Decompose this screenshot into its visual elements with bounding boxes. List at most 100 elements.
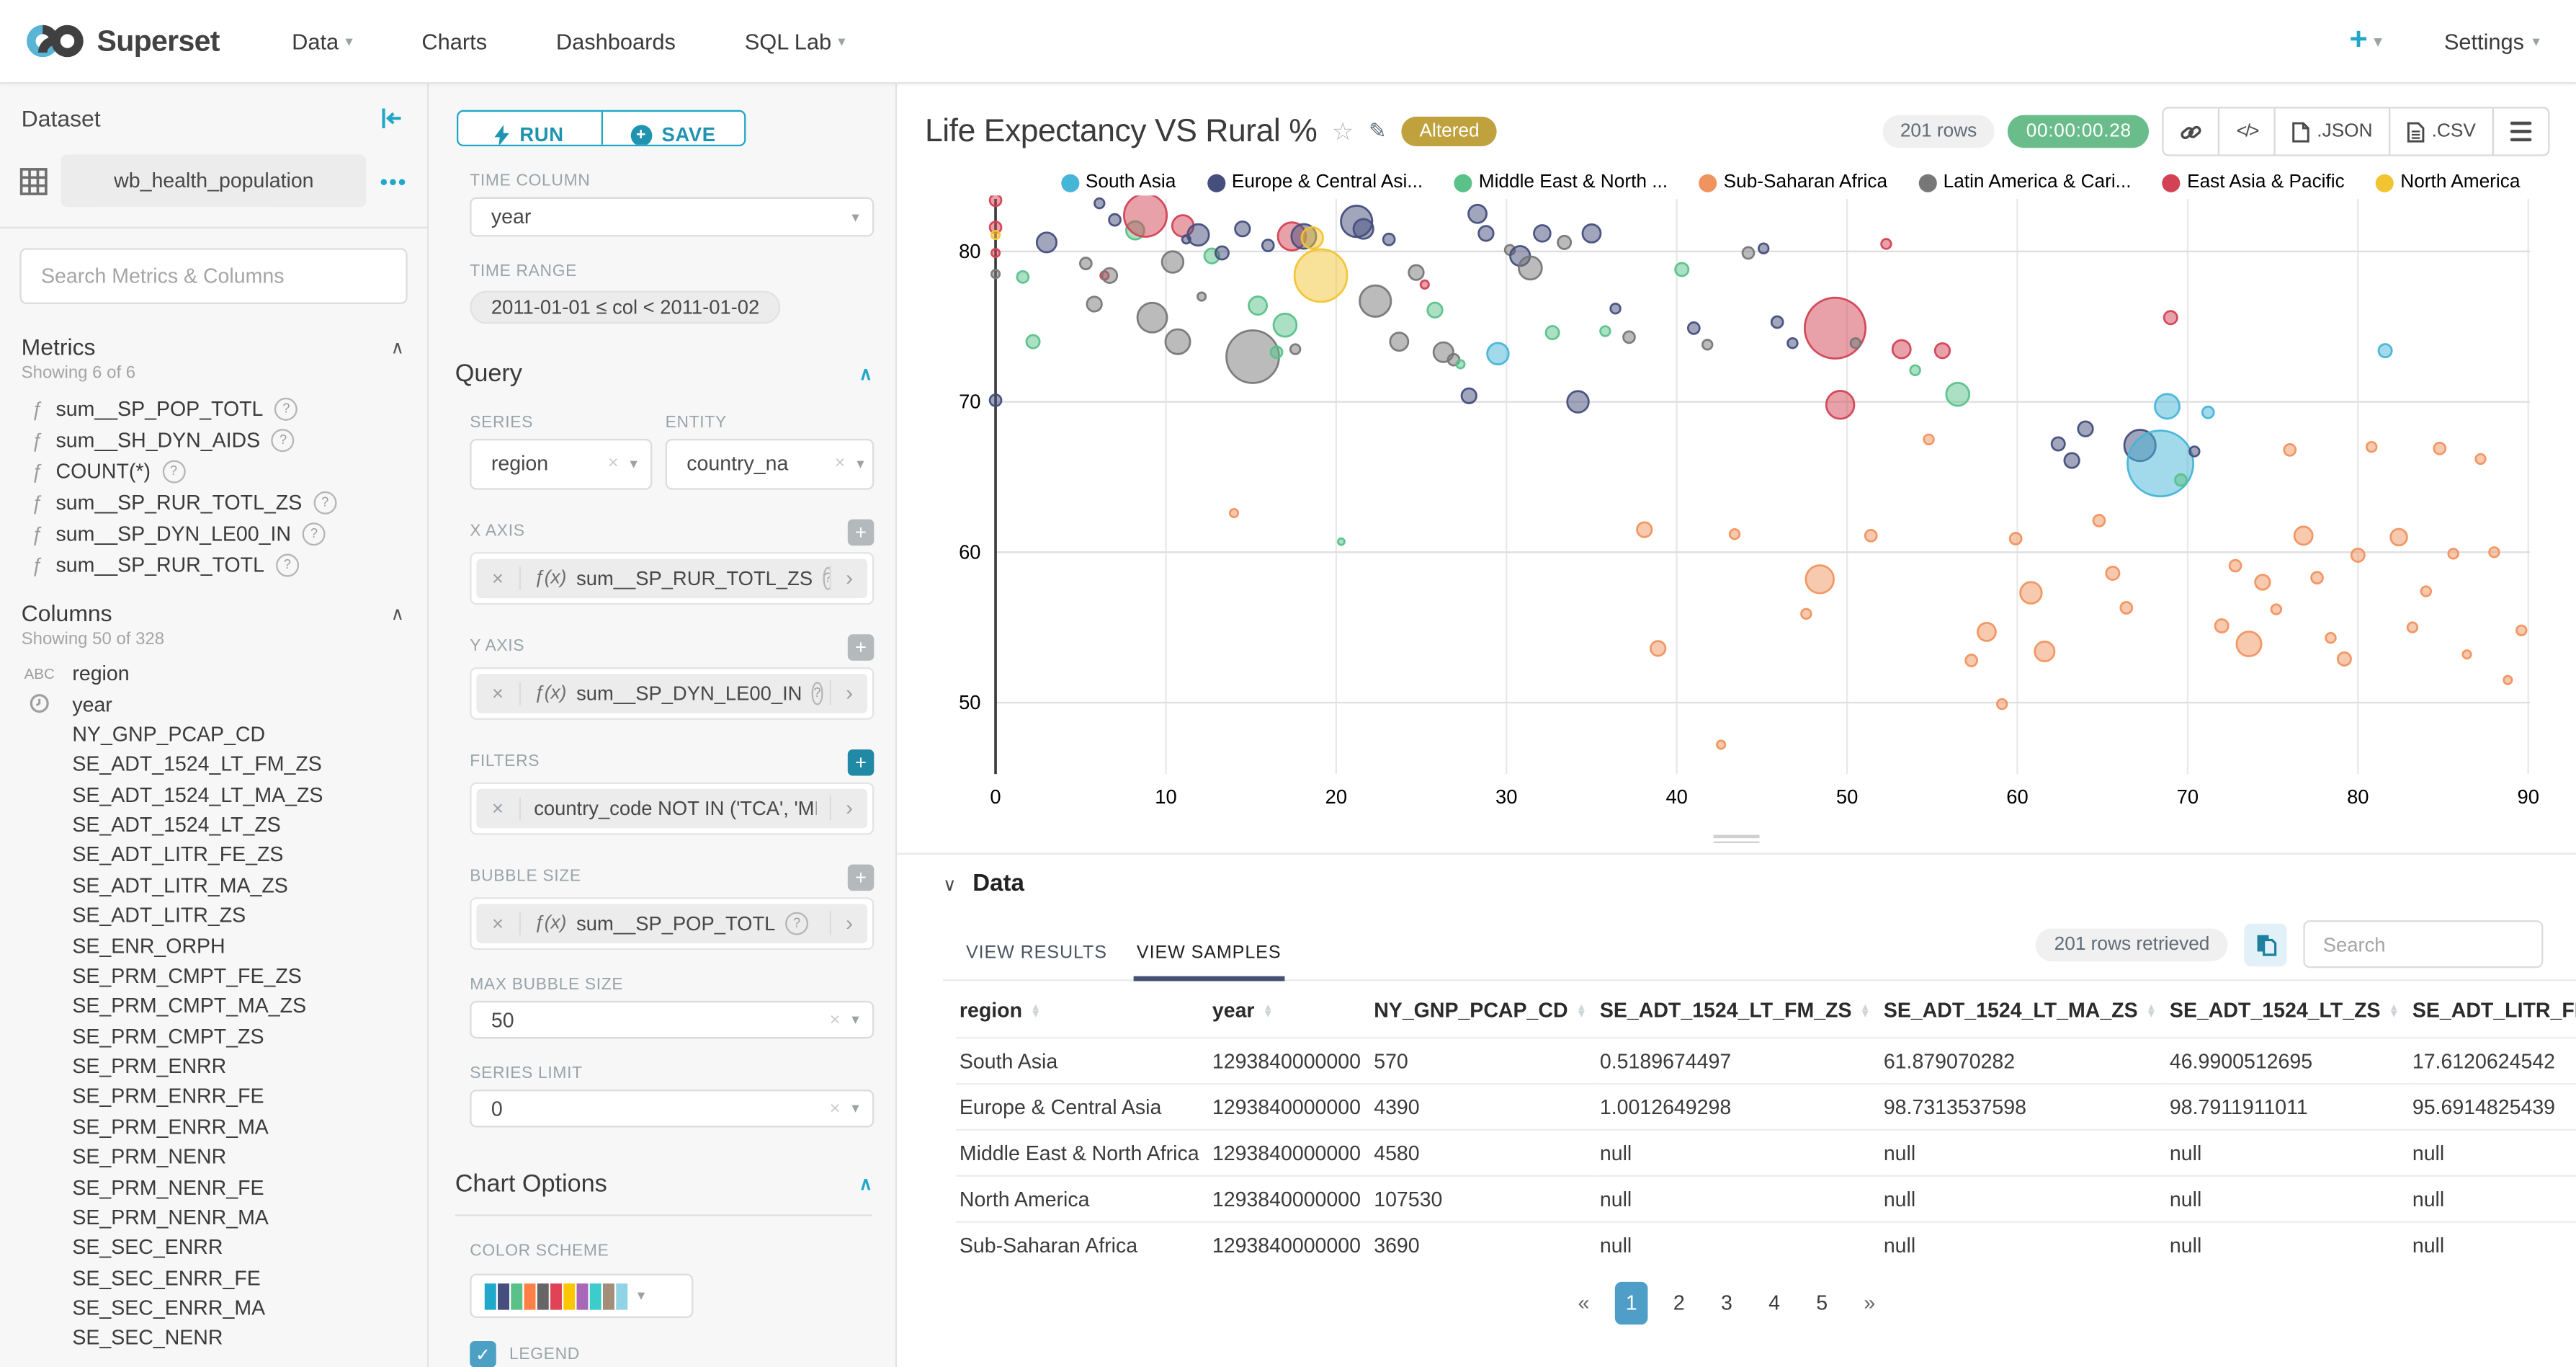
bubble[interactable] xyxy=(1124,195,1166,236)
bubble[interactable] xyxy=(1935,343,1950,358)
bubble[interactable] xyxy=(2127,431,2193,497)
bubble[interactable] xyxy=(1924,435,1934,445)
column-item[interactable]: SE_PRM_CMPT_FE_ZS xyxy=(0,961,427,992)
bubble[interactable] xyxy=(1623,331,1634,343)
add-y-axis-button[interactable]: + xyxy=(848,634,874,660)
remove-icon[interactable]: × xyxy=(476,797,521,820)
bubble[interactable] xyxy=(2351,548,2364,561)
bubble[interactable] xyxy=(2255,575,2271,590)
bubble[interactable] xyxy=(1851,338,1861,348)
bubble[interactable] xyxy=(1166,329,1190,354)
bubble[interactable] xyxy=(2155,394,2179,419)
bubble[interactable] xyxy=(1469,205,1487,223)
bubble[interactable] xyxy=(1611,303,1621,313)
bubble[interactable] xyxy=(2202,406,2214,418)
column-item[interactable]: SE_ADT_1524_LT_FM_ZS xyxy=(0,749,427,780)
bubble[interactable] xyxy=(1338,538,1344,545)
bubble[interactable] xyxy=(2434,442,2446,454)
bubble[interactable] xyxy=(1271,347,1282,358)
legend-item[interactable]: Sub-Saharan Africa xyxy=(1699,172,1887,192)
bubble[interactable] xyxy=(991,231,999,239)
bubble[interactable] xyxy=(1383,233,1395,245)
clear-icon[interactable]: × xyxy=(608,455,619,474)
bubble[interactable] xyxy=(990,195,1001,206)
bubble[interactable] xyxy=(1102,268,1117,283)
bubble[interactable] xyxy=(1702,339,1712,349)
bubble[interactable] xyxy=(2093,515,2105,526)
bubble[interactable] xyxy=(1892,340,1910,358)
column-item[interactable]: SE_ENR_ORPH xyxy=(0,931,427,961)
nav-item-charts[interactable]: Charts xyxy=(421,29,487,53)
bubble[interactable] xyxy=(2312,572,2323,584)
nav-item-dashboards[interactable]: Dashboards xyxy=(556,29,676,53)
bubble[interactable] xyxy=(1826,391,1854,419)
column-item[interactable]: SE_PRM_NENR_MA xyxy=(0,1203,427,1233)
bubble[interactable] xyxy=(1806,565,1834,593)
bubble[interactable] xyxy=(990,395,1001,406)
bubble[interactable] xyxy=(1428,303,1443,318)
bubble[interactable] xyxy=(1302,227,1323,249)
bubble[interactable] xyxy=(1804,298,1865,358)
clear-icon[interactable]: × xyxy=(835,455,846,474)
bubble[interactable] xyxy=(2463,650,2471,658)
bubble[interactable] xyxy=(1290,344,1300,355)
remove-icon[interactable]: × xyxy=(476,682,521,705)
favorite-star-icon[interactable]: ☆ xyxy=(1332,117,1354,146)
save-button[interactable]: + SAVE xyxy=(601,112,745,147)
column-item[interactable]: year xyxy=(0,689,427,719)
bubble[interactable] xyxy=(1558,236,1571,249)
export-json-button[interactable]: .JSON xyxy=(2274,109,2389,155)
bubble[interactable] xyxy=(2284,444,2296,455)
bubble[interactable] xyxy=(2164,311,2177,324)
column-item[interactable]: SE_PRM_NENR_FE xyxy=(0,1172,427,1203)
bubble[interactable] xyxy=(2078,422,2093,437)
add-filter-button[interactable]: + xyxy=(848,749,874,775)
bubble[interactable] xyxy=(2366,442,2376,452)
bubble[interactable] xyxy=(1354,219,1373,239)
bubble[interactable] xyxy=(1409,265,1424,280)
bubble[interactable] xyxy=(1457,360,1464,368)
column-header-ny_gnp_pcap_cd[interactable]: NY_GNP_PCAP_CD▲▼ xyxy=(1371,984,1597,1038)
bubble[interactable] xyxy=(1882,239,1892,249)
copy-data-button[interactable] xyxy=(2244,923,2286,966)
bubble[interactable] xyxy=(1262,240,1274,251)
entity-select[interactable]: country_na × ▾ xyxy=(666,439,875,490)
new-item-button[interactable]: +▾ xyxy=(2349,23,2382,59)
add-bubble-size-button[interactable]: + xyxy=(848,865,874,891)
bubble[interactable] xyxy=(1583,224,1601,242)
column-item[interactable]: SE_ADT_1524_LT_ZS xyxy=(0,810,427,840)
column-header-se_adt_1524_lt_ma_zs[interactable]: SE_ADT_1524_LT_MA_ZS▲▼ xyxy=(1880,984,2166,1038)
bubble[interactable] xyxy=(1094,198,1104,208)
column-item[interactable]: SE_ADT_LITR_FE_ZS xyxy=(0,840,427,870)
remove-icon[interactable]: × xyxy=(476,912,521,935)
filter-pill[interactable]: country_code NOT IN ('TCA', 'MNP', ... xyxy=(521,797,830,820)
bubble[interactable] xyxy=(2010,533,2021,545)
bubble[interactable] xyxy=(1109,214,1121,226)
bubble[interactable] xyxy=(2230,560,2241,571)
run-button[interactable]: RUN xyxy=(458,112,600,147)
max-bubble-size-select[interactable]: 50 × ▾ xyxy=(470,1001,874,1039)
bubble[interactable] xyxy=(1688,322,1699,334)
metric-item[interactable]: ƒsum__SP_RUR_TOTL? xyxy=(0,549,427,580)
bubble[interactable] xyxy=(2379,344,2392,357)
bubble[interactable] xyxy=(1546,326,1559,339)
settings-menu[interactable]: Settings▾ xyxy=(2444,29,2540,53)
embed-code-button[interactable]: </> xyxy=(2219,109,2274,155)
collapse-columns-icon[interactable]: ∧ xyxy=(391,602,404,624)
page-3[interactable]: 3 xyxy=(1710,1282,1743,1324)
bubble[interactable] xyxy=(1162,251,1184,273)
table-search[interactable] xyxy=(2303,920,2543,968)
bubble[interactable] xyxy=(1360,285,1391,316)
chevron-right-icon[interactable]: › xyxy=(830,796,867,821)
bubble[interactable] xyxy=(2052,437,2065,450)
bubble[interactable] xyxy=(2338,652,2351,665)
bubble[interactable] xyxy=(1601,326,1611,337)
bubble[interactable] xyxy=(1037,233,1056,252)
bubble[interactable] xyxy=(1421,280,1428,288)
add-x-axis-button[interactable]: + xyxy=(848,520,874,546)
chevron-right-icon[interactable]: › xyxy=(830,566,867,591)
time-column-select[interactable]: year ▾ xyxy=(470,198,874,236)
x-axis-pill[interactable]: ƒ(x) sum__SP_RUR_TOTL_ZS ? xyxy=(521,567,830,590)
bubble[interactable] xyxy=(2421,587,2431,597)
bubble[interactable] xyxy=(1997,699,2007,709)
